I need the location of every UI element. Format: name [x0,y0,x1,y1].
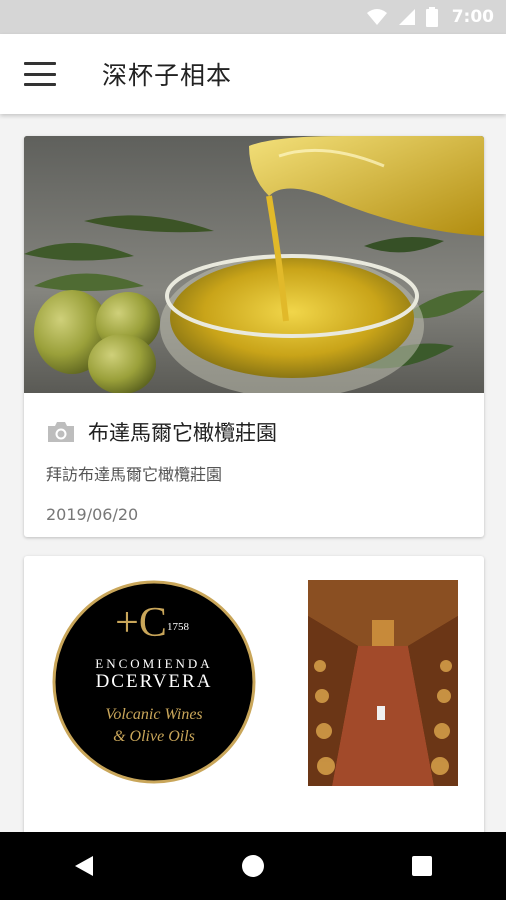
album-title: 布達馬爾它橄欖莊園 [88,421,277,445]
navigation-bar [0,832,506,900]
logo-tagline1: Volcanic Wines [105,706,202,723]
encomienda-logo: +C 1758 ENCOMIENDA DCERVERA Volcanic Win… [52,580,256,784]
album-date: 2019/06/20 [46,505,139,524]
svg-text:+C: +C [115,600,167,646]
wine-cellar-photo [308,580,458,786]
app-title: 深杯子相本 [102,61,233,90]
olive-oil-photo [24,136,484,393]
album-subtitle: 拜訪布達馬爾它橄欖莊園 [46,465,223,484]
logo-line2: DCERVERA [96,671,213,692]
album-card[interactable]: +C 1758 ENCOMIENDA DCERVERA Volcanic Win… [24,556,484,832]
menu-icon[interactable] [24,62,56,86]
back-icon[interactable] [59,841,109,891]
album-card-media: +C 1758 ENCOMIENDA DCERVERA Volcanic Win… [52,580,458,786]
app-bar: 深杯子相本 [0,34,506,114]
signal-icon [398,9,415,25]
home-icon[interactable] [228,841,278,891]
album-list[interactable]: 布達馬爾它橄欖莊園 拜訪布達馬爾它橄欖莊園 2019/06/20 +C 1758… [0,114,506,832]
status-bar: 7:00 [0,0,506,34]
camera-icon [48,422,74,442]
battery-icon [425,7,438,27]
recents-icon[interactable] [397,841,447,891]
logo-tagline2: & Olive Oils [113,728,195,745]
status-time: 7:00 [451,7,494,27]
album-card[interactable]: 布達馬爾它橄欖莊園 拜訪布達馬爾它橄欖莊園 2019/06/20 [24,136,484,537]
logo-year: 1758 [167,621,190,633]
wifi-icon [366,9,387,25]
logo-line1: ENCOMIENDA [95,656,212,671]
album-title-row: 布達馬爾它橄欖莊園 [46,417,484,447]
